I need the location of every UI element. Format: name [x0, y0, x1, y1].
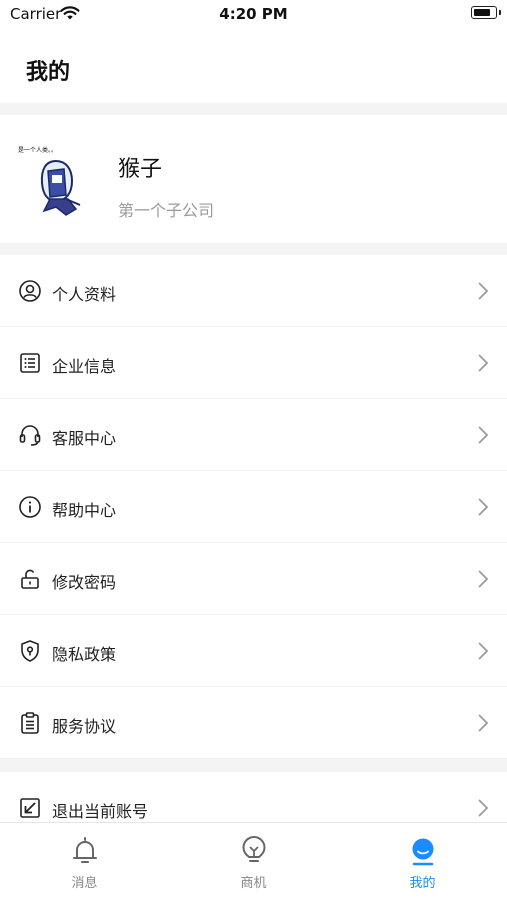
chevron-right-icon: [478, 570, 489, 588]
tab-bar: 消息 商机 我的: [0, 822, 507, 900]
logout-label: 退出当前账号: [52, 802, 149, 821]
chevron-right-icon: [478, 282, 489, 300]
menu-item-label: 企业信息: [52, 357, 117, 376]
menu-item-label: 修改密码: [52, 573, 117, 592]
headset-icon: [19, 425, 41, 446]
menu-item-service-agreement[interactable]: 服务协议: [0, 687, 507, 759]
shield-icon: [21, 640, 39, 662]
menu-item-label: 隐私政策: [52, 645, 117, 664]
settings-menu: 个人资料 企业信息 客服中心 帮助中心 修改密码 隐私政策 服务协议: [0, 255, 507, 759]
menu-item-label: 帮助中心: [52, 501, 117, 520]
section-divider: [0, 759, 507, 772]
chevron-right-icon: [478, 426, 489, 444]
lightbulb-icon: [242, 836, 266, 862]
tab-label: 我的: [409, 876, 436, 891]
chevron-right-icon: [478, 642, 489, 660]
tab-label: 商机: [240, 876, 267, 891]
page-title: 我的: [26, 60, 71, 85]
section-divider: [0, 243, 507, 255]
status-bar: Carrier 4:20 PM: [0, 0, 507, 28]
menu-item-change-password[interactable]: 修改密码: [0, 543, 507, 615]
chevron-right-icon: [478, 498, 489, 516]
tab-label: 消息: [71, 876, 98, 891]
chevron-right-icon: [478, 354, 489, 372]
menu-item-company-info[interactable]: 企业信息: [0, 327, 507, 399]
info-icon: [19, 496, 41, 518]
tab-mine[interactable]: 我的: [338, 823, 507, 901]
profile-icon: [412, 838, 434, 866]
tab-opportunities[interactable]: 商机: [169, 823, 338, 901]
menu-item-label: 客服中心: [52, 429, 117, 448]
logout-button[interactable]: 退出当前账号: [0, 772, 507, 822]
battery-icon: [471, 6, 501, 19]
chevron-right-icon: [478, 799, 489, 817]
chevron-right-icon: [478, 714, 489, 732]
section-divider: [0, 103, 507, 115]
menu-item-help-center[interactable]: 帮助中心: [0, 471, 507, 543]
clock: 4:20 PM: [219, 5, 288, 23]
bell-icon: [73, 837, 97, 863]
unlock-icon: [21, 569, 39, 589]
company-name: 第一个子公司: [118, 201, 215, 220]
menu-item-label: 个人资料: [52, 285, 117, 304]
menu-item-privacy-policy[interactable]: 隐私政策: [0, 615, 507, 687]
profile-card[interactable]: 是一个人类。。 猴子 第一个子公司: [0, 115, 507, 243]
menu-item-profile[interactable]: 个人资料: [0, 255, 507, 327]
avatar-caption: 是一个人类。。: [18, 146, 57, 154]
menu-item-customer-service[interactable]: 客服中心: [0, 399, 507, 471]
clipboard-icon: [21, 712, 39, 734]
exit-icon: [20, 798, 40, 818]
avatar[interactable]: 是一个人类。。: [16, 143, 94, 221]
list-icon: [20, 353, 40, 373]
menu-item-label: 服务协议: [52, 717, 117, 736]
user-circle-icon: [19, 280, 41, 302]
user-name: 猴子: [118, 157, 163, 182]
tab-messages[interactable]: 消息: [0, 823, 169, 901]
